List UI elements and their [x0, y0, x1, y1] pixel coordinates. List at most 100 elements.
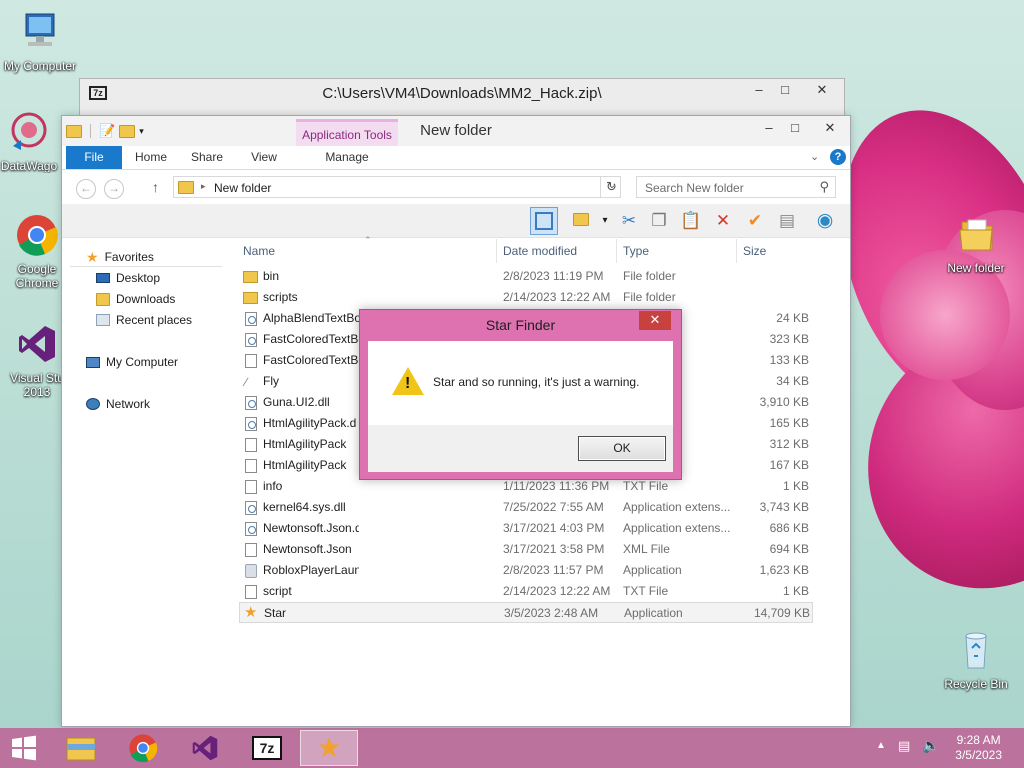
checkmark-icon[interactable]: ✔ — [744, 210, 766, 232]
shell-icon[interactable]: ◉ — [814, 210, 836, 232]
refresh-button[interactable]: ↻ — [600, 177, 622, 197]
warning-icon — [392, 367, 424, 395]
zip-archive-window[interactable]: 7z C:\Users\VM4\Downloads\MM2_Hack.zip\ … — [79, 78, 845, 118]
desktop-icon-datawago[interactable]: DataWago — [0, 110, 60, 173]
shortcut-icon: ∕ — [245, 375, 248, 389]
file-row[interactable]: RobloxPlayerLauncher 2/8/2023 11:57 PM App… — [239, 560, 813, 581]
file-date: 3/17/2021 3:58 PM — [503, 542, 605, 556]
desktop-icon-label: New folder — [947, 261, 1005, 275]
file-type: XML File — [623, 542, 670, 556]
file-date: 2/14/2023 12:22 AM — [503, 290, 611, 304]
rename-icon[interactable]: ▤ — [776, 210, 798, 232]
address-path: New folder — [214, 181, 272, 195]
nav-my-computer[interactable]: My Computer — [86, 353, 178, 371]
dll-file-icon — [245, 522, 257, 536]
nav-desktop[interactable]: Desktop — [96, 269, 160, 287]
back-button[interactable]: ← — [76, 179, 96, 199]
tab-home[interactable]: Home — [128, 146, 174, 169]
volume-icon[interactable]: 🔈 — [922, 737, 939, 754]
file-name: scripts — [263, 290, 298, 304]
close-button[interactable]: ✕ — [810, 117, 850, 139]
file-row[interactable]: Newtonsoft.Json 3/17/2021 3:58 PM XML File… — [239, 539, 813, 560]
computer-icon — [86, 356, 100, 368]
nav-network[interactable]: Network — [86, 395, 150, 413]
column-header-date[interactable]: Date modified — [499, 239, 617, 263]
maximize-button[interactable]: □ — [770, 79, 800, 101]
taskbar-visual-studio[interactable] — [176, 730, 234, 766]
file-name: HtmlAgilityPack — [263, 458, 347, 472]
file-row[interactable]: scripts 2/14/2023 12:22 AM File folder — [239, 287, 813, 308]
show-hidden-icons-icon[interactable]: ▲ — [876, 740, 886, 751]
search-box[interactable]: Search New folder ⚲ — [636, 176, 836, 198]
column-header-name[interactable]: Name — [239, 239, 497, 263]
recent-places-icon — [96, 314, 110, 326]
delete-icon[interactable]: ✕ — [712, 210, 734, 232]
forward-button[interactable]: → — [104, 179, 124, 199]
dll-file-icon — [245, 312, 257, 326]
ok-button[interactable]: OK — [578, 436, 666, 461]
desktop-icon-my-computer[interactable]: My Computer — [0, 10, 80, 73]
up-button[interactable]: ↑ — [152, 179, 159, 195]
file-type: Application — [623, 563, 682, 577]
taskbar-star-finder[interactable]: ★ — [300, 730, 358, 766]
help-icon[interactable]: ? — [830, 149, 846, 165]
cut-icon[interactable]: ✂ — [618, 210, 640, 232]
file-row[interactable]: Newtonsoft.Json.dll 3/17/2021 4:03 PM Appl… — [239, 518, 813, 539]
nav-label: Network — [106, 397, 151, 411]
document-icon — [245, 480, 257, 494]
custom-toolbar: ▾ ✂ ❐ 📋 ✕ ✔ ▤ ◉ — [62, 204, 850, 238]
layout-pane-icon[interactable] — [530, 207, 558, 235]
star-finder-dialog[interactable]: Star Finder ✕ Star and so running, it's … — [359, 309, 682, 480]
desktop-icon-recycle-bin[interactable]: Recycle Bin — [936, 628, 1016, 691]
folder-options-icon[interactable] — [570, 210, 592, 232]
file-name: bin — [263, 269, 280, 283]
search-placeholder: Search New folder — [645, 181, 744, 195]
clock-time: 9:28 AM — [956, 733, 1001, 747]
file-name: HtmlAgilityPack — [263, 437, 347, 451]
clock[interactable]: 9:28 AM 3/5/2023 — [955, 733, 1002, 763]
address-box[interactable]: ▸ New folder ⌄ — [173, 176, 621, 198]
chrome-icon — [17, 215, 58, 256]
expand-ribbon-icon[interactable]: ⌄ — [810, 150, 819, 163]
nav-favorites[interactable]: ★ Favorites — [86, 248, 154, 266]
tab-file[interactable]: File — [66, 146, 122, 169]
taskbar-file-explorer[interactable] — [52, 730, 110, 766]
file-row[interactable]: bin 2/8/2023 11:19 PM File folder — [239, 266, 813, 287]
file-name: FastColoredTextBo — [263, 332, 359, 346]
file-name: Newtonsoft.Json — [263, 542, 352, 556]
file-row[interactable]: kernel64.sys.dll 7/25/2022 7:55 AM Applica… — [239, 497, 813, 518]
maximize-button[interactable]: □ — [780, 117, 810, 139]
column-header-type[interactable]: Type — [619, 239, 737, 263]
column-header-size[interactable]: Size — [739, 239, 809, 263]
document-icon — [245, 438, 257, 452]
desktop: My Computer DataWago Google Chrome Visua… — [0, 0, 1024, 768]
taskbar-7zip[interactable]: 7z — [238, 730, 296, 766]
star-icon: ★ — [316, 732, 342, 763]
tab-manage[interactable]: Manage — [296, 146, 398, 169]
folder-icon — [243, 292, 258, 304]
file-size: 3,910 KB — [759, 395, 809, 409]
dialog-close-button[interactable]: ✕ — [639, 311, 671, 330]
copy-icon[interactable]: ❐ — [648, 210, 670, 232]
navigation-pane: ★ Favorites Desktop Downloads Recent pla… — [62, 239, 232, 725]
file-date: 2/14/2023 12:22 AM — [503, 584, 611, 598]
network-status-icon[interactable]: ▤ — [898, 738, 910, 754]
file-row[interactable]: ★ Star 3/5/2023 2:48 AM Application 14,709 K… — [239, 602, 813, 623]
start-button[interactable] — [0, 730, 48, 766]
paste-icon[interactable]: 📋 — [680, 210, 702, 232]
chevron-down-icon[interactable]: ▾ — [594, 210, 616, 232]
desktop-icon-new-folder[interactable]: New folder — [936, 212, 1016, 275]
close-button[interactable]: ✕ — [802, 79, 842, 101]
tab-view[interactable]: View — [242, 146, 286, 169]
taskbar-chrome[interactable] — [114, 730, 172, 766]
file-row[interactable]: script 2/14/2023 12:22 AM TXT File 1 KB — [239, 581, 813, 602]
star-icon: ★ — [86, 249, 99, 265]
clock-date: 3/5/2023 — [955, 748, 1002, 762]
address-bar-row: ← → ↑ ▸ New folder ⌄ ↻ Search New folder… — [62, 171, 850, 203]
document-icon — [245, 543, 257, 557]
explorer-title-bar[interactable]: 📝 ▾ Application Tools New folder – □ ✕ — [62, 116, 850, 160]
nav-recent-places[interactable]: Recent places — [96, 311, 192, 329]
nav-downloads[interactable]: Downloads — [96, 290, 175, 308]
search-icon[interactable]: ⚲ — [819, 179, 829, 195]
tab-share[interactable]: Share — [184, 146, 230, 169]
